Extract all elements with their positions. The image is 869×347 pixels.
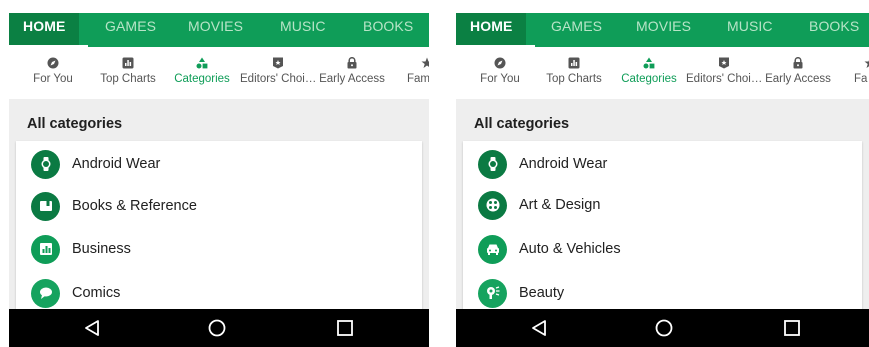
subtab-family[interactable]: Fam	[407, 47, 429, 99]
tab-books[interactable]: BOOKS	[809, 13, 859, 47]
subtab-for-you[interactable]: For You	[474, 47, 526, 99]
shapes-icon	[196, 57, 208, 69]
top-tab-bar: HOME GAMES MOVIES MUSIC BOOKS	[9, 13, 429, 47]
subtab-label: Categories	[174, 73, 230, 85]
subtab-top-charts[interactable]: Top Charts	[544, 47, 604, 99]
subtab-label: For You	[480, 73, 520, 85]
tab-music[interactable]: MUSIC	[727, 13, 773, 47]
category-name: Business	[72, 241, 131, 257]
bar-chart-icon	[568, 57, 580, 69]
category-item-auto-vehicles[interactable]: Auto & Vehicles	[478, 234, 621, 264]
palette-icon	[478, 190, 507, 220]
category-name: Android Wear	[72, 156, 161, 172]
subtab-label: Early Access	[765, 73, 831, 85]
subtab-editors-choice[interactable]: Editors' Choi…	[240, 47, 316, 99]
category-item-android-wear[interactable]: Android Wear	[31, 149, 160, 179]
system-nav-bar	[9, 309, 429, 347]
subtab-label: Editors' Choi…	[240, 73, 317, 85]
right-screen: HOME GAMES MOVIES MUSIC BOOKS For You To…	[456, 13, 869, 347]
subtab-label: Top Charts	[546, 73, 602, 85]
subtab-family[interactable]: Fa	[854, 47, 869, 99]
family-star-icon	[421, 57, 429, 68]
category-name: Beauty	[519, 285, 565, 301]
compass-icon	[494, 57, 506, 69]
section-title: All categories	[27, 116, 123, 132]
book-icon	[31, 191, 60, 221]
watch-icon	[31, 149, 60, 179]
category-name: Books & Reference	[72, 198, 197, 214]
subtab-early-access[interactable]: Early Access	[765, 47, 831, 99]
subtab-top-charts[interactable]: Top Charts	[98, 47, 158, 99]
family-star-icon	[864, 60, 869, 68]
tab-games[interactable]: GAMES	[105, 13, 156, 47]
watch-icon	[478, 149, 507, 179]
subtab-label: Editors' Choi…	[686, 73, 763, 85]
subtab-label: Fa	[854, 73, 868, 85]
hair-dryer-icon	[478, 278, 507, 308]
category-item-comics[interactable]: Comics	[31, 278, 120, 308]
tab-home[interactable]: HOME	[9, 13, 80, 47]
tab-games[interactable]: GAMES	[551, 13, 602, 47]
system-nav-bar	[456, 309, 869, 347]
category-name: Android Wear	[519, 156, 608, 172]
recents-icon[interactable]	[336, 319, 354, 337]
subtab-categories[interactable]: Categories	[172, 47, 232, 99]
tab-movies[interactable]: MOVIES	[188, 13, 243, 47]
subtab-categories[interactable]: Categories	[619, 47, 679, 99]
category-item-beauty[interactable]: Beauty	[478, 278, 564, 308]
subtab-label: Categories	[621, 73, 677, 85]
home-icon[interactable]	[655, 319, 673, 337]
category-item-books-reference[interactable]: Books & Reference	[31, 191, 197, 221]
subtab-early-access[interactable]: Early Access	[319, 47, 385, 99]
bar-chart-icon	[122, 57, 134, 69]
shapes-icon	[643, 57, 655, 69]
tab-home[interactable]: HOME	[456, 13, 527, 47]
car-icon	[478, 234, 507, 264]
subtab-for-you[interactable]: For You	[27, 47, 79, 99]
category-item-business[interactable]: Business	[31, 234, 131, 264]
chart-icon	[31, 234, 60, 264]
category-name: Comics	[72, 285, 121, 301]
badge-icon	[719, 57, 729, 69]
badge-icon	[273, 57, 283, 69]
recents-icon[interactable]	[783, 319, 801, 337]
category-name: Art & Design	[519, 197, 601, 213]
tab-music[interactable]: MUSIC	[280, 13, 326, 47]
home-icon[interactable]	[208, 319, 226, 337]
sub-tab-bar: For You Top Charts Categories Editors' C…	[456, 47, 869, 99]
back-icon[interactable]	[83, 319, 101, 337]
back-icon[interactable]	[530, 319, 548, 337]
subtab-label: Early Access	[319, 73, 385, 85]
category-item-android-wear[interactable]: Android Wear	[478, 149, 607, 179]
lock-icon	[793, 57, 803, 69]
tab-movies[interactable]: MOVIES	[636, 13, 691, 47]
subtab-label: For You	[33, 73, 73, 85]
left-screen: HOME GAMES MOVIES MUSIC BOOKS For You To…	[9, 13, 429, 347]
compass-icon	[47, 57, 59, 69]
speech-bubble-icon	[31, 278, 60, 308]
section-title: All categories	[474, 116, 570, 132]
subtab-editors-choice[interactable]: Editors' Choi…	[686, 47, 762, 99]
category-name: Auto & Vehicles	[519, 241, 621, 257]
lock-icon	[347, 57, 357, 69]
tab-books[interactable]: BOOKS	[363, 13, 413, 47]
subtab-label: Top Charts	[100, 73, 156, 85]
subtab-label: Fam	[407, 73, 429, 85]
category-item-art-design[interactable]: Art & Design	[478, 190, 600, 220]
top-tab-bar: HOME GAMES MOVIES MUSIC BOOKS	[456, 13, 869, 47]
sub-tab-bar: For You Top Charts Categories Editors' C…	[9, 47, 429, 99]
